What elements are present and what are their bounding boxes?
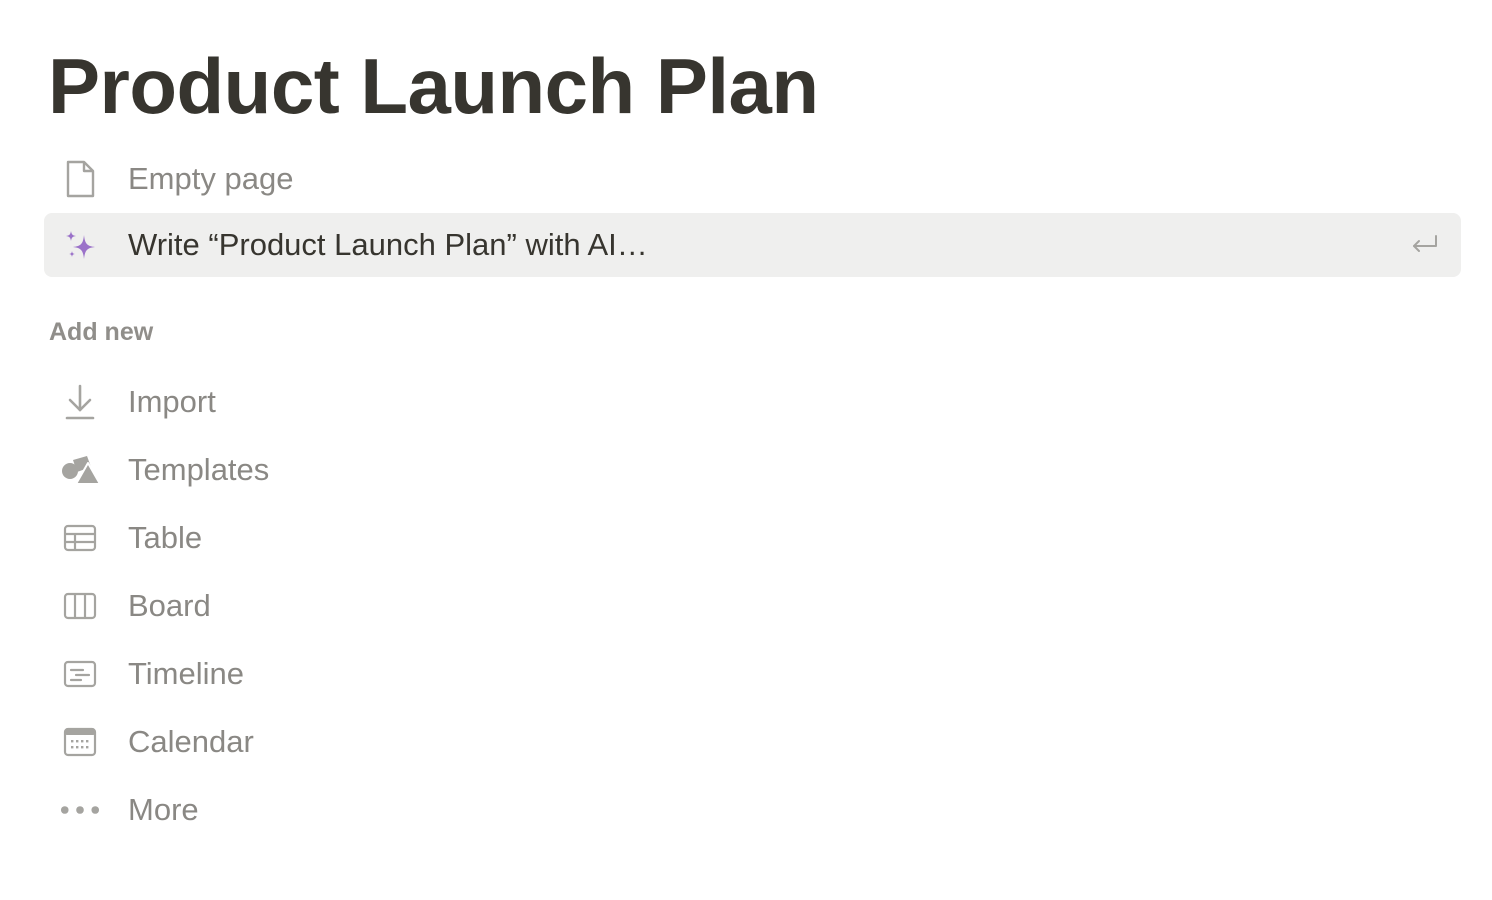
import-icon <box>60 382 100 422</box>
templates-icon <box>60 450 100 490</box>
add-new-section-header: Add new <box>49 318 154 346</box>
new-page-screen: Product Launch Plan Empty page Write “Pr… <box>0 0 1492 900</box>
write-with-ai-label: Write “Product Launch Plan” with AI… <box>128 227 648 262</box>
page-title[interactable]: Product Launch Plan <box>48 38 819 134</box>
templates-option[interactable]: Templates <box>44 438 1461 502</box>
ai-sparkle-icon <box>60 225 100 265</box>
write-with-ai-option[interactable]: Write “Product Launch Plan” with AI… <box>44 213 1461 277</box>
timeline-option[interactable]: Timeline <box>44 642 1461 706</box>
import-label: Import <box>128 384 216 419</box>
table-icon <box>60 518 100 558</box>
calendar-label: Calendar <box>128 724 254 759</box>
timeline-icon <box>60 654 100 694</box>
table-label: Table <box>128 520 203 555</box>
empty-page-label: Empty page <box>128 161 294 196</box>
table-option[interactable]: Table <box>44 506 1461 570</box>
board-icon <box>60 586 100 626</box>
page-icon <box>60 159 100 199</box>
more-label: More <box>128 792 199 827</box>
board-option[interactable]: Board <box>44 574 1461 638</box>
calendar-icon <box>60 722 100 762</box>
timeline-label: Timeline <box>128 656 244 691</box>
enter-key-icon <box>1409 232 1441 258</box>
templates-label: Templates <box>128 452 270 487</box>
more-option[interactable]: More <box>44 778 1461 842</box>
calendar-option[interactable]: Calendar <box>44 710 1461 774</box>
more-icon <box>60 790 100 830</box>
empty-page-option[interactable]: Empty page <box>44 147 1461 211</box>
import-option[interactable]: Import <box>44 370 1461 434</box>
board-label: Board <box>128 588 211 623</box>
